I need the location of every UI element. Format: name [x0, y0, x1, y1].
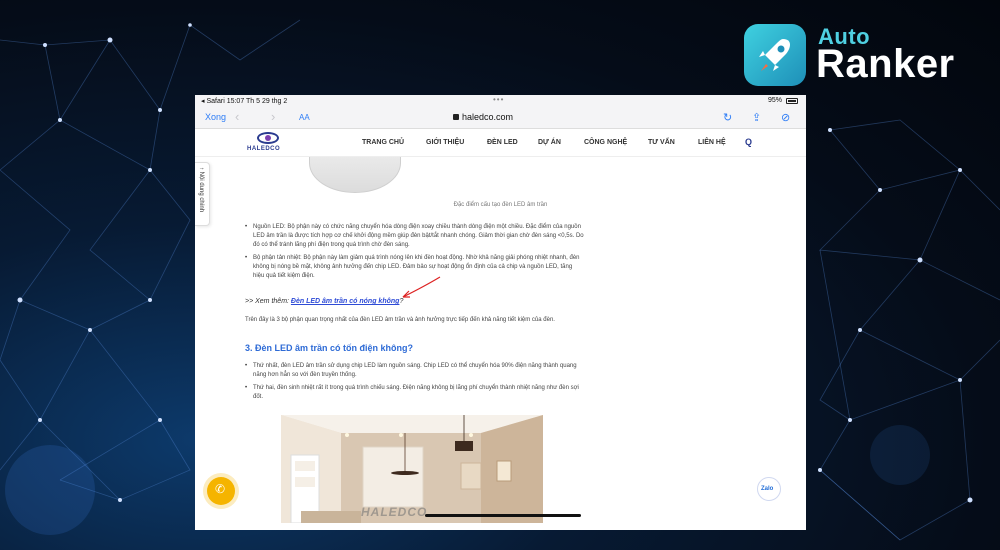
phone-icon: ✆ [215, 482, 226, 496]
brand-ranker-text: Ranker [816, 42, 955, 86]
share-icon[interactable]: ⇪ [752, 111, 761, 124]
done-button[interactable]: Xong [205, 112, 226, 122]
forward-button[interactable]: › [271, 109, 275, 124]
menu-lien-he[interactable]: LIÊN HỆ [698, 139, 726, 146]
see-more-link[interactable]: Đèn LED âm trần có nóng không [291, 298, 400, 305]
site-header: HALEDCO TRANG CHỦ GIỚI THIỆU ĐÈN LED DỰ … [195, 129, 806, 157]
haledco-logo[interactable]: HALEDCO [247, 132, 291, 156]
back-button[interactable]: ‹ [235, 109, 239, 124]
image-caption: Đặc điểm cấu tạo đèn LED âm trần [453, 202, 548, 208]
toc-tab-label: ↑ Nội dung chính [198, 167, 204, 213]
menu-cong-nghe[interactable]: CÔNG NGHỆ [584, 139, 627, 146]
reader-aa-button[interactable]: AA [299, 113, 310, 122]
menu-gioi-thieu[interactable]: GIỚI THIỆU [426, 139, 464, 146]
battery-icon [786, 98, 798, 104]
lock-icon [453, 114, 459, 120]
led-downlight-image [309, 157, 401, 193]
status-left: ◂ Safari 15:07 Th 5 29 thg 2 [201, 98, 288, 105]
address-bar[interactable]: haledco.com [453, 112, 513, 122]
home-indicator[interactable] [425, 514, 581, 517]
list-item: Nguồn LED: Bộ phận này có chức năng chuy… [245, 223, 585, 250]
compass-icon[interactable]: ⊘ [781, 111, 790, 124]
ios-status-bar: ◂ Safari 15:07 Th 5 29 thg 2 ••• 95% [195, 95, 806, 107]
rocket-logo-icon [744, 24, 806, 86]
summary-paragraph: Trên đây là 3 bộ phận quan trọng nhất củ… [245, 317, 555, 323]
haledco-eye-icon [257, 132, 279, 144]
safari-toolbar: Xong ‹ › AA haledco.com ↻ ⇪ ⊘ [195, 107, 806, 129]
menu-du-an[interactable]: DỰ ÁN [538, 139, 561, 146]
zalo-chat-button[interactable]: Zalo [757, 477, 781, 501]
reload-icon[interactable]: ↻ [723, 111, 732, 124]
ipad-screen: ◂ Safari 15:07 Th 5 29 thg 2 ••• 95% Xon… [195, 95, 806, 530]
autoranker-brand: Auto Ranker [744, 22, 974, 88]
haledco-logo-text: HALEDCO [247, 146, 281, 152]
call-button[interactable]: ✆ [207, 477, 235, 505]
url-text: haledco.com [462, 112, 514, 122]
menu-den-led[interactable]: ĐÈN LED [487, 139, 518, 146]
see-more-suffix: ? [399, 298, 404, 305]
battery-percent: 95% [767, 97, 782, 104]
list-item: Thứ hai, đèn sinh nhiệt rất ít trong quá… [245, 384, 585, 402]
menu-trang-chu[interactable]: TRANG CHỦ [362, 139, 404, 146]
article-content: Đặc điểm cấu tạo đèn LED âm trần ↑ Nội d… [195, 157, 806, 530]
section-heading: 3. Đèn LED âm trần có tốn điện không? [245, 343, 414, 353]
menu-tu-van[interactable]: TƯ VẤN [648, 139, 675, 146]
watermark-text: HALEDCO [361, 505, 428, 519]
list-item: Thứ nhất, đèn LED âm trần sử dụng chip L… [245, 362, 585, 380]
zalo-label: Zalo [761, 486, 774, 492]
see-more-line: >> Xem thêm: Đèn LED âm trần có nóng khô… [245, 298, 403, 305]
multitask-dots-icon[interactable]: ••• [493, 95, 504, 104]
see-more-prefix: >> Xem thêm: [245, 298, 291, 305]
table-of-contents-tab[interactable]: ↑ Nội dung chính [195, 162, 210, 226]
energy-list: Thứ nhất, đèn LED âm trần sử dụng chip L… [245, 362, 585, 406]
search-icon[interactable]: Q [745, 137, 752, 147]
